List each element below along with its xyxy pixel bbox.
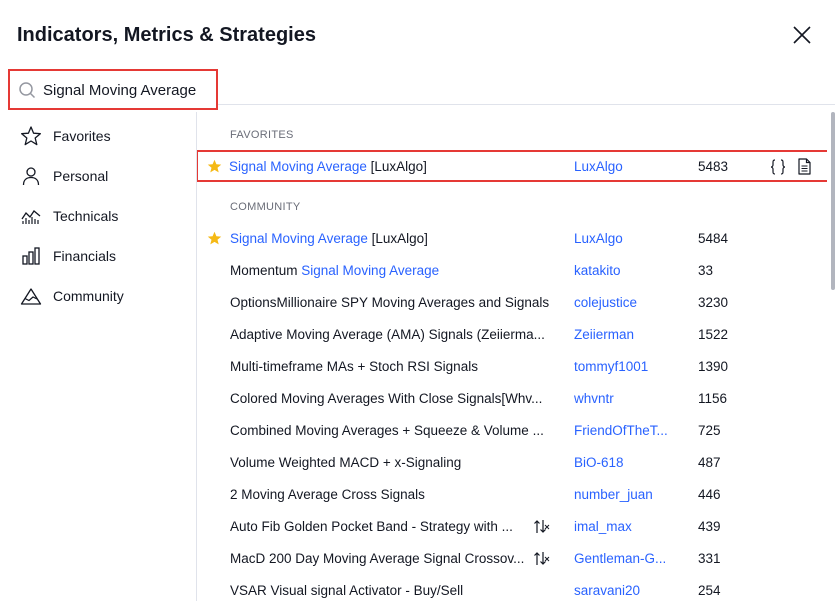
indicator-name-match: Signal Moving Average [301,263,440,278]
indicator-name-suffix: [LuxAlgo] [367,231,428,246]
mountain-icon [20,288,42,305]
section-header-community: COMMUNITY [230,201,301,213]
likes-count: 487 [698,455,721,470]
indicator-name: Signal Moving Average [LuxAlgo] [230,231,560,246]
likes-count: 1522 [698,327,729,342]
indicator-name-suffix: [LuxAlgo] [366,159,427,174]
indicator-name: Combined Moving Averages + Squeeze & Vol… [230,423,544,438]
likes-count: 33 [698,263,714,278]
source-code-icon[interactable] [769,158,787,176]
list-item[interactable]: Colored Moving Averages With Close Signa… [197,383,827,415]
bar-chart-icon [22,247,40,265]
list-scrollbar[interactable] [831,112,835,290]
list-item[interactable]: MacD 200 Day Moving Average Signal Cross… [197,543,827,575]
author-link[interactable]: imal_max [574,519,684,534]
sidebar-item-financials[interactable]: Financials [0,236,196,276]
dialog-title: Indicators, Metrics & Strategies [17,24,316,46]
likes-count: 331 [698,551,721,566]
sidebar-item-label: Favorites [53,128,111,144]
star-outline-icon [21,126,41,146]
likes-count: 5483 [698,159,729,174]
section-header-favorites: FAVORITES [230,129,294,141]
sidebar-item-favorites[interactable]: Favorites [0,116,196,156]
list-item[interactable]: Signal Moving Average [LuxAlgo] LuxAlgo … [197,223,827,255]
indicator-name: Momentum Signal Moving Average [230,263,560,278]
indicator-name: Signal Moving Average [LuxAlgo] [229,159,559,174]
author-link[interactable]: BiO-618 [574,455,684,470]
document-icon[interactable] [797,158,812,175]
author-link[interactable]: katakito [574,263,684,278]
author-link[interactable]: tommyf1001 [574,359,684,374]
indicator-name: MacD 200 Day Moving Average Signal Cross… [230,551,525,566]
author-link[interactable]: whvntr [574,391,684,406]
indicator-name: 2 Moving Average Cross Signals [230,487,425,502]
likes-count: 1156 [698,391,728,406]
author-link[interactable]: Gentleman-G... [574,551,684,566]
likes-count: 1390 [698,359,729,374]
indicator-name: Auto Fib Golden Pocket Band - Strategy w… [230,519,513,534]
results-list: FAVORITES Signal Moving Average [LuxAlgo… [197,112,827,601]
strategy-icon [534,552,550,565]
indicator-name-match: Signal Moving Average [229,159,367,174]
strategy-icon [534,520,550,533]
list-item[interactable]: 2 Moving Average Cross Signals number_ju… [197,479,827,511]
sidebar-item-label: Community [53,288,124,304]
sidebar-item-label: Technicals [53,208,119,224]
indicators-dialog: Indicators, Metrics & Strategies Favorit… [0,0,835,601]
list-item[interactable]: Volume Weighted MACD + x-Signaling BiO-6… [197,447,827,479]
sidebar-item-community[interactable]: Community [0,276,196,316]
indicator-name: Volume Weighted MACD + x-Signaling [230,455,462,470]
search-input[interactable] [43,80,213,100]
sidebar-item-label: Financials [53,248,117,264]
star-filled-icon[interactable] [207,159,222,174]
indicator-name-match: Signal Moving Average [230,231,368,246]
favorite-row[interactable]: Signal Moving Average [LuxAlgo] LuxAlgo … [197,150,827,182]
author-link[interactable]: number_juan [574,487,684,502]
search-divider [218,104,835,105]
author-link[interactable]: LuxAlgo [574,159,684,174]
search-box[interactable] [8,69,218,110]
likes-count: 725 [698,423,721,438]
sidebar-item-label: Personal [53,168,109,184]
indicator-name: VSAR Visual signal Activator - Buy/Sell [230,583,464,598]
author-link[interactable]: LuxAlgo [574,231,684,246]
sidebar-item-personal[interactable]: Personal [0,156,196,196]
list-item[interactable]: Combined Moving Averages + Squeeze & Vol… [197,415,827,447]
star-filled-icon[interactable] [207,231,222,246]
category-sidebar: Favorites Personal Technicals Financials [0,116,196,316]
indicator-name-prefix: Momentum [230,263,302,278]
user-icon [22,167,40,186]
list-item[interactable]: Auto Fib Golden Pocket Band - Strategy w… [197,511,827,543]
list-item[interactable]: OptionsMillionaire SPY Moving Averages a… [197,287,827,319]
chart-line-icon [21,210,41,224]
list-item[interactable]: VSAR Visual signal Activator - Buy/Sell … [197,575,827,601]
indicator-name: Multi-timeframe MAs + Stoch RSI Signals [230,359,478,374]
likes-count: 446 [698,487,721,502]
author-link[interactable]: colejustice [574,295,684,310]
sidebar-item-technicals[interactable]: Technicals [0,196,196,236]
author-link[interactable]: saravani20 [574,583,684,598]
list-item[interactable]: Multi-timeframe MAs + Stoch RSI Signals … [197,351,827,383]
likes-count: 3230 [698,295,729,310]
likes-count: 439 [698,519,721,534]
list-item[interactable]: Momentum Signal Moving Average katakito … [197,255,827,287]
close-icon[interactable] [791,24,813,46]
search-icon [19,82,36,99]
indicator-name: Colored Moving Averages With Close Signa… [230,391,543,406]
author-link[interactable]: FriendOfTheT... [574,423,684,438]
likes-count: 254 [698,583,721,598]
list-item[interactable]: Adaptive Moving Average (AMA) Signals (Z… [197,319,827,351]
author-link[interactable]: Zeiierman [574,327,684,342]
indicator-name: OptionsMillionaire SPY Moving Averages a… [230,295,550,310]
indicator-name: Adaptive Moving Average (AMA) Signals (Z… [230,327,545,342]
likes-count: 5484 [698,231,729,246]
